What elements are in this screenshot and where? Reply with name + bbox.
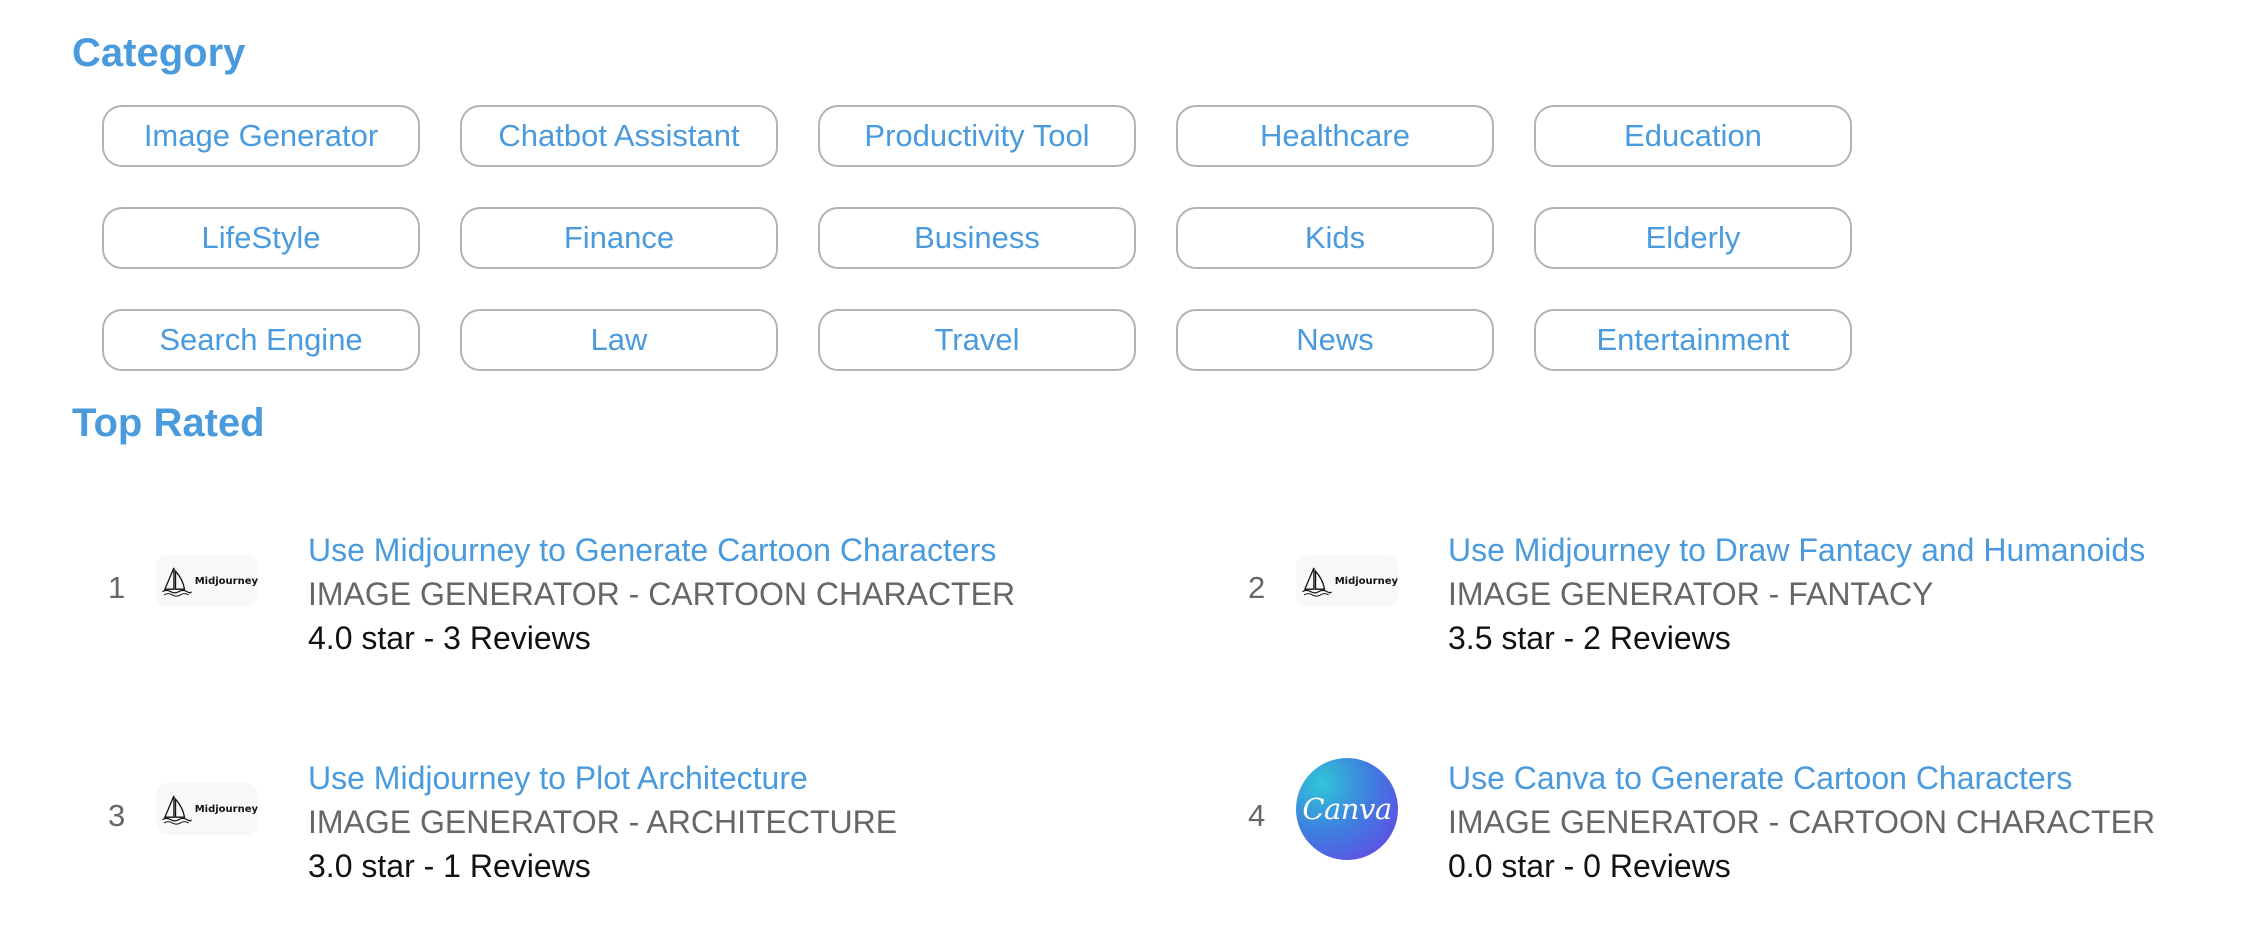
rank-number: 3 xyxy=(108,798,126,833)
category-entertainment[interactable]: Entertainment xyxy=(1534,309,1852,371)
category-lifestyle[interactable]: LifeStyle xyxy=(102,207,420,269)
item-rating: 3.5 star - 2 Reviews xyxy=(1448,620,1731,656)
item-title-link[interactable]: Use Midjourney to Generate Cartoon Chara… xyxy=(308,528,1015,572)
category-chatbot-assistant[interactable]: Chatbot Assistant xyxy=(460,105,778,167)
item-rating: 4.0 star - 3 Reviews xyxy=(308,620,591,656)
category-finance[interactable]: Finance xyxy=(460,207,778,269)
canva-logo: Canva xyxy=(1296,758,1398,860)
category-grid: Image Generator Chatbot Assistant Produc… xyxy=(102,105,1852,371)
category-healthcare[interactable]: Healthcare xyxy=(1176,105,1494,167)
rank-number: 4 xyxy=(1248,798,1266,833)
rank-number: 1 xyxy=(108,570,126,605)
logo-wordmark: Midjourney xyxy=(194,575,258,587)
top-rated-heading: Top Rated xyxy=(72,401,265,445)
top-rated-item[interactable]: 4 Canva Use Canva to Generate Cartoon Ch… xyxy=(1248,758,2208,898)
midjourney-logo: Midjourney xyxy=(156,530,258,632)
category-heading: Category xyxy=(72,31,246,75)
logo-wordmark: Canva xyxy=(1302,792,1392,826)
category-travel[interactable]: Travel xyxy=(818,309,1136,371)
item-title-link[interactable]: Use Midjourney to Plot Architecture xyxy=(308,756,897,800)
logo-wordmark: Midjourney xyxy=(194,803,258,815)
sailboat-icon xyxy=(162,567,192,597)
item-rating: 0.0 star - 0 Reviews xyxy=(1448,848,1731,884)
top-rated-item[interactable]: 2 Midjourney Use Midjourney to Draw Fant… xyxy=(1248,530,2208,670)
rank-number: 2 xyxy=(1248,570,1266,605)
category-image-generator[interactable]: Image Generator xyxy=(102,105,420,167)
item-category: IMAGE GENERATOR - CARTOON CHARACTER xyxy=(1448,804,2156,840)
top-rated-item[interactable]: 3 Midjourney Use Midjourney to Plot Arch… xyxy=(108,758,1068,898)
midjourney-logo: Midjourney xyxy=(156,758,258,860)
category-law[interactable]: Law xyxy=(460,309,778,371)
item-category: IMAGE GENERATOR - FANTACY xyxy=(1448,576,1934,612)
item-title-link[interactable]: Use Canva to Generate Cartoon Characters xyxy=(1448,756,2155,800)
item-category: IMAGE GENERATOR - ARCHITECTURE xyxy=(308,804,898,840)
category-search-engine[interactable]: Search Engine xyxy=(102,309,420,371)
top-rated-item[interactable]: 1 Midjourney Use Midjourney to Generate … xyxy=(108,530,1068,670)
category-business[interactable]: Business xyxy=(818,207,1136,269)
category-education[interactable]: Education xyxy=(1534,105,1852,167)
sailboat-icon xyxy=(1302,567,1332,597)
sailboat-icon xyxy=(162,795,192,825)
item-category: IMAGE GENERATOR - CARTOON CHARACTER xyxy=(308,576,1016,612)
page: Category Image Generator Chatbot Assista… xyxy=(0,0,2262,934)
category-kids[interactable]: Kids xyxy=(1176,207,1494,269)
category-productivity-tool[interactable]: Productivity Tool xyxy=(818,105,1136,167)
category-elderly[interactable]: Elderly xyxy=(1534,207,1852,269)
item-title-link[interactable]: Use Midjourney to Draw Fantacy and Human… xyxy=(1448,528,2145,572)
item-rating: 3.0 star - 1 Reviews xyxy=(308,848,591,884)
logo-wordmark: Midjourney xyxy=(1334,575,1398,587)
midjourney-logo: Midjourney xyxy=(1296,530,1398,632)
category-news[interactable]: News xyxy=(1176,309,1494,371)
